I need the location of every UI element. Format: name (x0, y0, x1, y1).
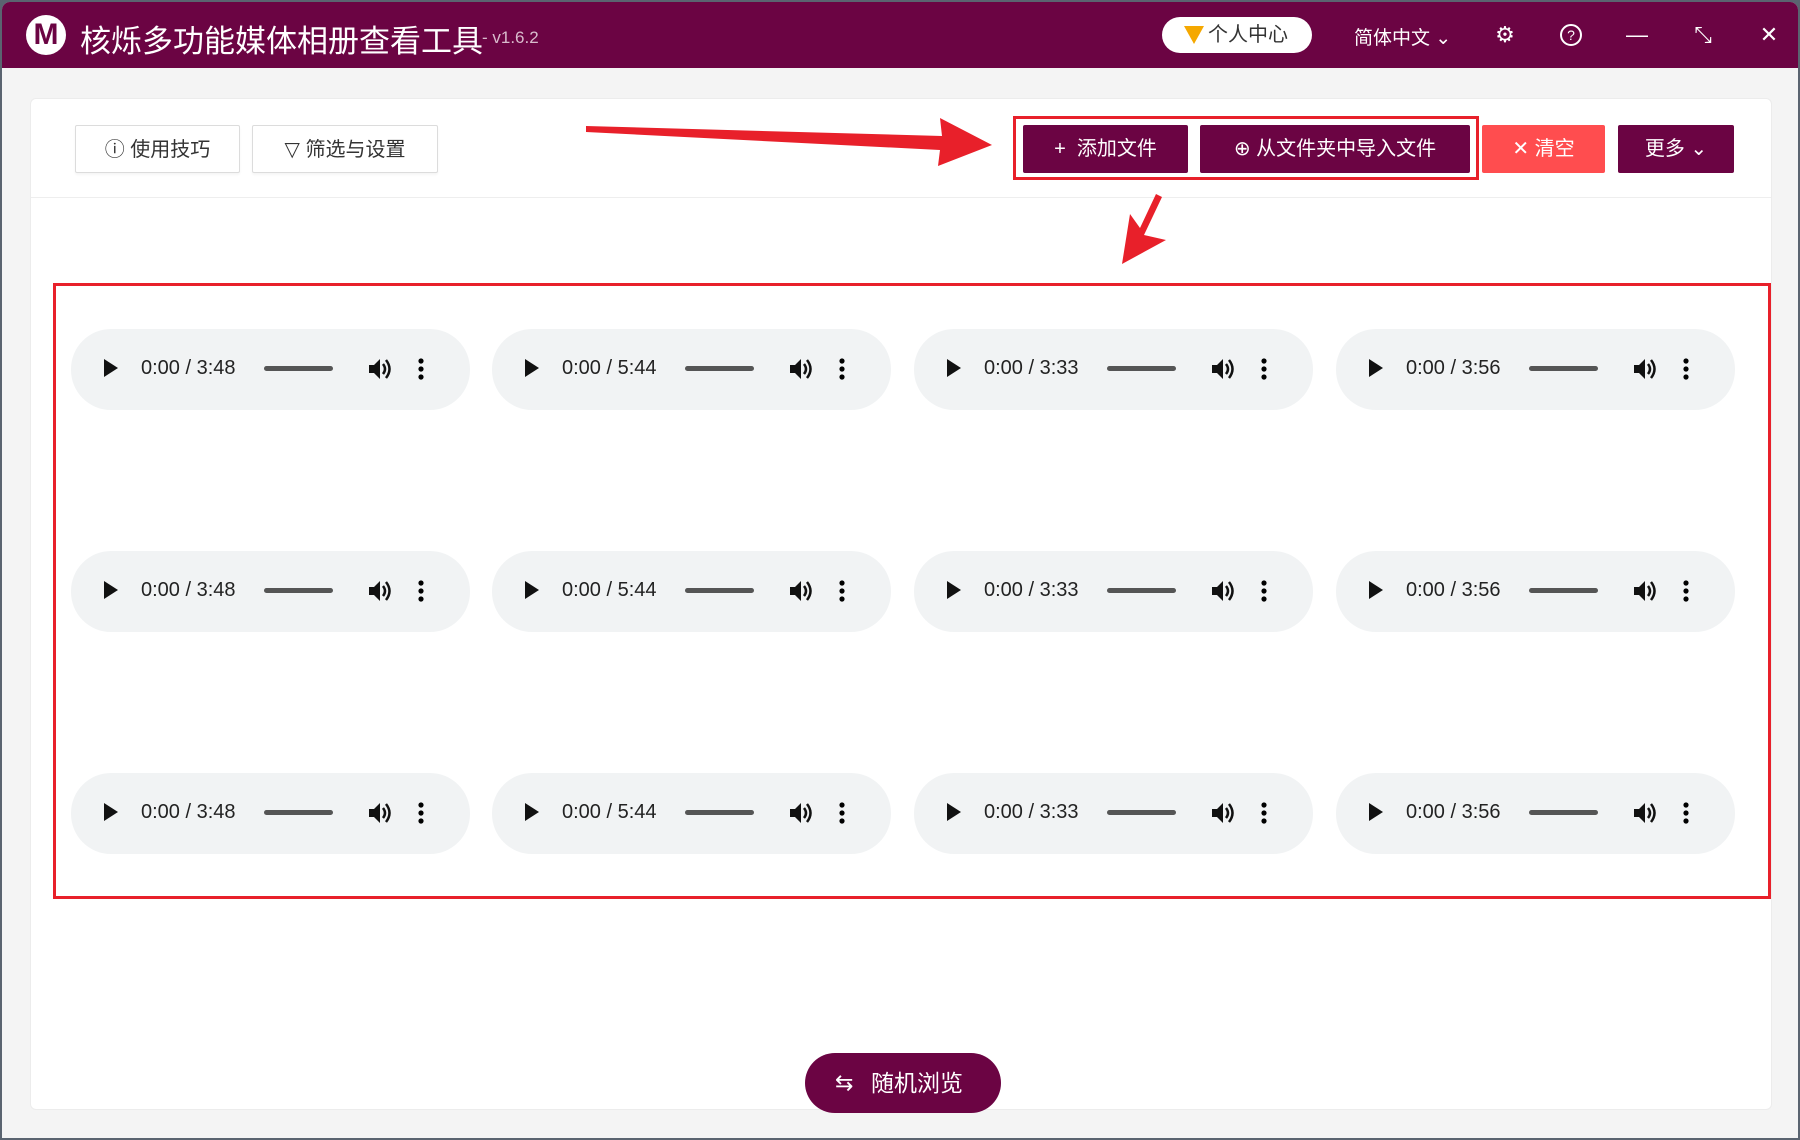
time-display: 0:00 / 3:56 (1406, 579, 1501, 601)
time-display: 0:00 / 3:48 (141, 801, 236, 823)
arrow-down-left-icon (1122, 194, 1166, 264)
volume-icon[interactable] (1633, 801, 1659, 825)
arrow-right-icon (586, 118, 992, 166)
progress-slider[interactable] (685, 588, 754, 593)
play-icon[interactable] (104, 803, 118, 821)
volume-icon[interactable] (1211, 579, 1237, 603)
more-vertical-icon[interactable] (1683, 579, 1689, 603)
progress-slider[interactable] (1107, 588, 1176, 593)
play-icon[interactable] (104, 581, 118, 599)
progress-slider[interactable] (1107, 810, 1176, 815)
random-browse-button[interactable]: ⇆ 随机浏览 (805, 1053, 1001, 1113)
time-display: 0:00 / 3:48 (141, 579, 236, 601)
more-vertical-icon[interactable] (1261, 579, 1267, 603)
more-vertical-icon[interactable] (418, 801, 424, 825)
progress-slider[interactable] (1529, 588, 1598, 593)
annotation-arrows (586, 118, 1166, 264)
volume-icon[interactable] (789, 801, 815, 825)
play-icon[interactable] (947, 581, 961, 599)
time-display: 0:00 / 3:33 (984, 801, 1079, 823)
app-window: M 核烁多功能媒体相册查看工具 - v1.6.2 个人中心 简体中文 ⌄ ⚙ ?… (2, 2, 1798, 1138)
audio-player[interactable]: 0:00 / 5:44 (492, 773, 891, 854)
random-browse-label: 随机浏览 (871, 1070, 963, 1096)
audio-player[interactable]: 0:00 / 3:56 (1336, 551, 1735, 632)
volume-icon[interactable] (1211, 801, 1237, 825)
audio-player[interactable]: 0:00 / 5:44 (492, 551, 891, 632)
audio-player[interactable]: 0:00 / 3:56 (1336, 773, 1735, 854)
progress-slider[interactable] (685, 810, 754, 815)
more-vertical-icon[interactable] (418, 579, 424, 603)
time-display: 0:00 / 3:56 (1406, 801, 1501, 823)
audio-player[interactable]: 0:00 / 3:48 (71, 773, 470, 854)
audio-player[interactable]: 0:00 / 3:33 (914, 551, 1313, 632)
volume-icon[interactable] (789, 579, 815, 603)
play-icon[interactable] (1369, 581, 1383, 599)
volume-icon[interactable] (368, 579, 394, 603)
more-vertical-icon[interactable] (839, 579, 845, 603)
time-display: 0:00 / 3:33 (984, 579, 1079, 601)
repeat-icon: ⇆ (835, 1070, 854, 1095)
volume-icon[interactable] (368, 801, 394, 825)
more-vertical-icon[interactable] (1261, 801, 1267, 825)
progress-slider[interactable] (264, 810, 333, 815)
more-vertical-icon[interactable] (1683, 801, 1689, 825)
play-icon[interactable] (525, 803, 539, 821)
time-display: 0:00 / 5:44 (562, 801, 657, 823)
more-vertical-icon[interactable] (839, 801, 845, 825)
play-icon[interactable] (947, 803, 961, 821)
audio-player[interactable]: 0:00 / 3:33 (914, 773, 1313, 854)
time-display: 0:00 / 5:44 (562, 579, 657, 601)
audio-player[interactable]: 0:00 / 3:48 (71, 551, 470, 632)
play-icon[interactable] (525, 581, 539, 599)
progress-slider[interactable] (1529, 810, 1598, 815)
progress-slider[interactable] (264, 588, 333, 593)
play-icon[interactable] (1369, 803, 1383, 821)
volume-icon[interactable] (1633, 579, 1659, 603)
